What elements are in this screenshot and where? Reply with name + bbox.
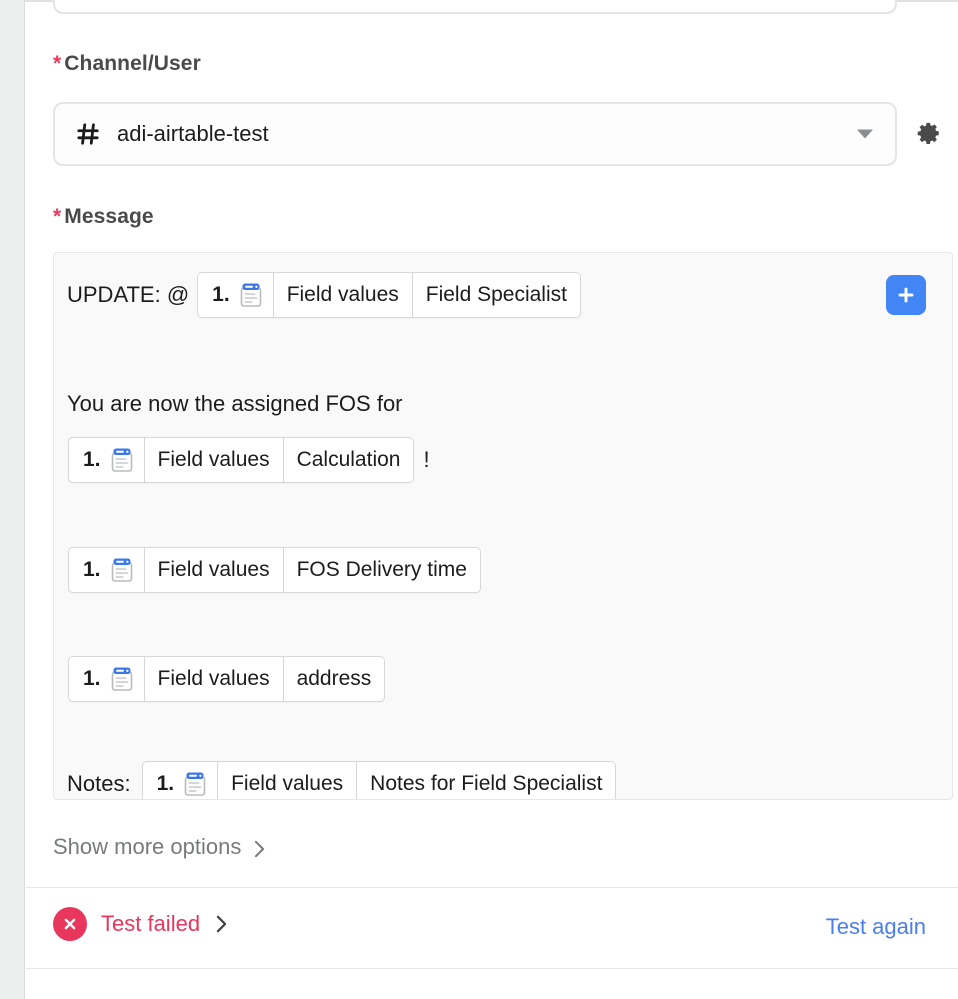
message-line-prefix: You are now the assigned FOS for [67, 391, 403, 416]
test-failed-label: Test failed [101, 911, 201, 936]
message-line-prefix: UPDATE: @ [67, 282, 190, 307]
footer-bottom-divider [26, 968, 958, 969]
token-field-segment: Notes for Field Specialist [370, 772, 603, 795]
token-index-number: 1. [83, 667, 101, 690]
previous-field-input-cutoff[interactable] [53, 0, 897, 14]
message-line: Notes: 1. Field values Notes for Field S… [67, 761, 617, 799]
channel-selected-value: adi-airtable-test [117, 121, 269, 146]
channel-user-label: * Channel/User [53, 52, 201, 76]
message-line: UPDATE: @ 1. Field values Field Speciali… [67, 272, 581, 318]
token-index-segment: 1. [198, 273, 274, 317]
token-field-segment: FOS Delivery time [296, 558, 467, 581]
add-field-button[interactable] [886, 275, 926, 315]
record-icon [183, 771, 207, 797]
app-root: * Channel/User adi-airtable-test * Messa… [0, 0, 958, 999]
token-source-segment: Field values [218, 762, 358, 799]
token-source-segment: Field values [274, 273, 413, 317]
message-editor[interactable]: UPDATE: @ 1. Field values Field Speciali… [53, 252, 953, 800]
record-icon [110, 666, 134, 692]
hash-icon [75, 121, 101, 147]
token-index-number: 1. [83, 448, 101, 471]
show-more-options-link[interactable]: Show more options [53, 834, 265, 860]
footer-divider [26, 887, 958, 888]
message-label: * Message [53, 205, 154, 229]
message-line: 1. [68, 656, 386, 702]
gear-icon[interactable] [911, 115, 947, 151]
token-index-segment: 1. [69, 657, 145, 701]
message-label-text: Message [64, 205, 154, 228]
token-source-segment: Field values [145, 438, 284, 482]
channel-user-select[interactable]: adi-airtable-test [53, 102, 897, 166]
token-index-number: 1. [156, 772, 175, 795]
token-index-segment: 1. [69, 438, 145, 482]
chevron-right-icon[interactable] [216, 915, 227, 933]
field-token[interactable]: 1. [141, 761, 617, 799]
chevron-right-icon [254, 838, 265, 858]
token-index-number: 1. [212, 283, 230, 306]
show-more-options-label: Show more options [53, 834, 242, 859]
left-gutter [0, 0, 25, 999]
token-field-segment: address [296, 667, 372, 690]
x-circle-icon [53, 907, 87, 941]
token-field-segment: Field Specialist [425, 283, 567, 306]
step-config-panel: * Channel/User adi-airtable-test * Messa… [26, 0, 958, 999]
field-token[interactable]: 1. [68, 547, 481, 593]
field-token[interactable]: 1. [68, 656, 386, 702]
message-line: You are now the assigned FOS for [67, 393, 403, 415]
test-status[interactable]: Test failed [53, 907, 227, 941]
message-line-suffix: ! [423, 447, 430, 472]
message-line: 1. [68, 437, 430, 483]
token-source-segment: Field values [145, 548, 284, 592]
chevron-down-icon[interactable] [857, 129, 873, 139]
field-token[interactable]: 1. [197, 272, 581, 318]
record-icon [110, 447, 134, 473]
token-index-segment: 1. [143, 762, 219, 799]
token-source-segment: Field values [145, 657, 284, 701]
message-line: 1. [68, 547, 481, 593]
channel-user-label-text: Channel/User [64, 52, 201, 75]
required-asterisk: * [53, 205, 62, 228]
required-asterisk: * [53, 52, 62, 75]
record-icon [239, 282, 263, 308]
test-again-button[interactable]: Test again [826, 914, 926, 940]
record-icon [110, 557, 134, 583]
token-index-number: 1. [83, 558, 101, 581]
message-line-prefix: Notes: [67, 771, 131, 796]
field-token[interactable]: 1. [68, 437, 415, 483]
token-index-segment: 1. [69, 548, 145, 592]
token-field-segment: Calculation [296, 448, 401, 471]
